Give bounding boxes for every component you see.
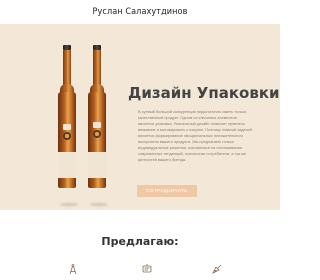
offers-title: Предлагаю: — [101, 235, 179, 248]
bottle-image-right — [86, 24, 108, 204]
hero-section: Дизайн Упаковки В сунный большой конкуре… — [0, 24, 280, 210]
bottle-shadow-left — [60, 203, 78, 206]
hero-description: В сунный большой конкуренции недостаточн… — [138, 109, 252, 163]
offers-section: Предлагаю: — [0, 210, 280, 280]
pen-tool-icon — [212, 264, 222, 274]
site-title[interactable]: Руслан Салахутдинов — [0, 7, 280, 17]
site-header: Руслан Салахутдинов — [0, 0, 280, 24]
hero-title: Дизайн Упаковки — [128, 84, 280, 102]
bottle-image-left — [56, 24, 78, 204]
cooperate-button[interactable]: СОТРУДНИЧАТЬ — [137, 185, 197, 197]
compass-icon — [69, 264, 77, 275]
bottle-shadow-right — [90, 203, 108, 206]
bottle-label-icon — [142, 264, 152, 273]
